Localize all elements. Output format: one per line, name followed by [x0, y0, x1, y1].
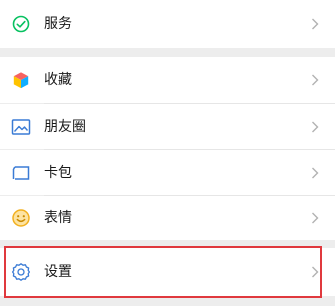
chevron-right-icon: [310, 264, 320, 280]
chevron-right-icon: [310, 72, 320, 88]
menu-item-stickers[interactable]: 表情: [0, 196, 335, 240]
sticker-smile-icon: [11, 208, 31, 228]
menu-item-cards[interactable]: 卡包: [0, 150, 335, 195]
menu-item-favorites[interactable]: 收藏: [0, 57, 335, 103]
menu-item-label: 表情: [44, 210, 72, 226]
menu-item-label: 卡包: [44, 164, 72, 181]
chevron-right-icon: [310, 119, 320, 135]
chevron-right-icon: [310, 165, 320, 181]
menu-item-label: 设置: [44, 264, 72, 280]
settings-gear-icon: [11, 262, 31, 282]
favorites-cube-icon: [11, 70, 31, 90]
moments-photo-icon: [11, 117, 31, 137]
menu-item-service[interactable]: 服务: [0, 0, 335, 48]
menu-item-label: 服务: [44, 16, 72, 32]
service-check-icon: [11, 14, 31, 34]
menu-item-settings[interactable]: 设置: [0, 248, 335, 296]
menu-item-moments[interactable]: 朋友圈: [0, 104, 335, 149]
menu-item-label: 收藏: [44, 72, 72, 88]
menu-item-label: 朋友圈: [44, 118, 86, 135]
chevron-right-icon: [310, 210, 320, 226]
me-page: 服务 收藏 朋友圈 卡包 表情 设置: [0, 0, 335, 306]
card-wallet-icon: [11, 163, 31, 183]
chevron-right-icon: [310, 16, 320, 32]
